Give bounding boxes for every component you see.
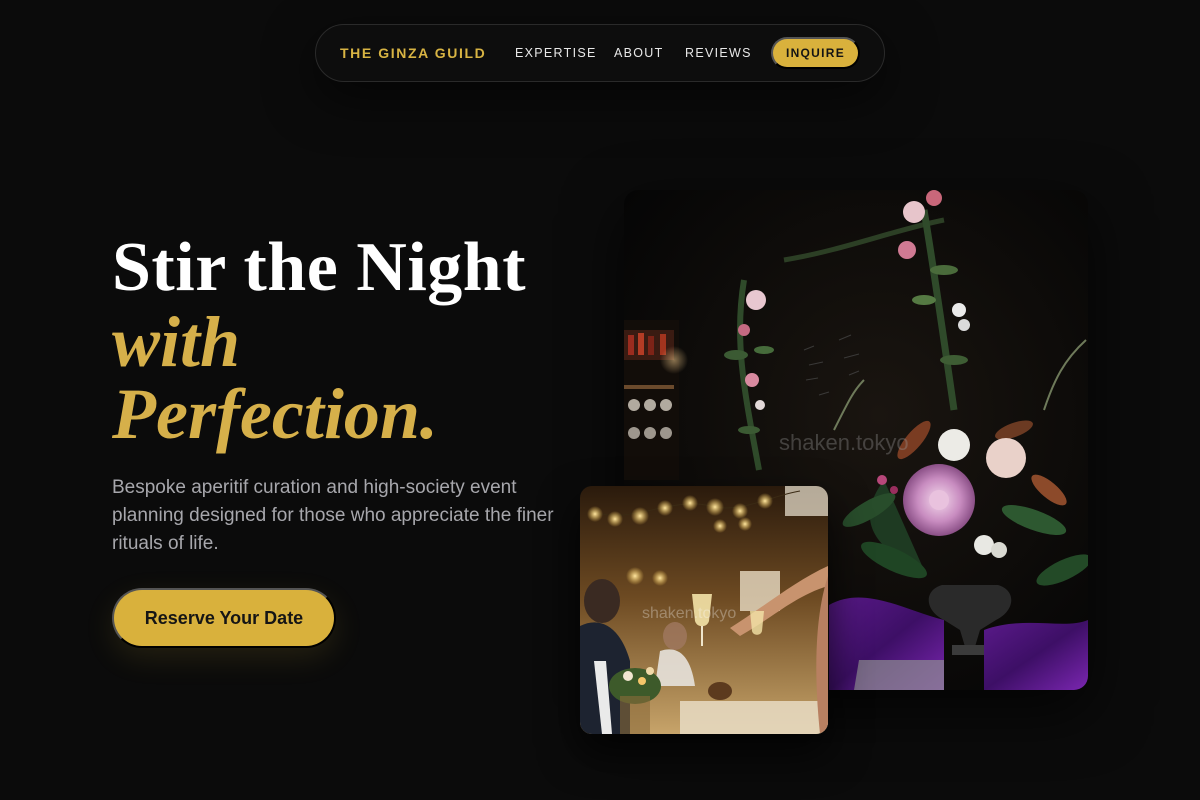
headline-line-2: with [112,302,241,382]
toast-photo-graphic: shaken.tokyo [580,486,828,734]
toast-party-photo: shaken.tokyo [580,486,828,734]
top-nav: THE GINZA GUILD EXPERTISE ABOUT REVIEWS … [315,24,885,82]
main-photo-watermark: shaken.tokyo [779,430,909,455]
nav-link-reviews[interactable]: REVIEWS [685,25,752,81]
small-photo-watermark: shaken.tokyo [642,605,736,622]
headline-line-1: Stir the Night [112,229,527,306]
hero-subtitle: Bespoke aperitif curation and high-socie… [112,477,554,554]
brand-logo[interactable]: THE GINZA GUILD [340,25,486,81]
hero-headline: Stir the Night with Perfection. [112,229,527,454]
headline-line-3: Perfection. [112,374,438,454]
nav-link-expertise[interactable]: EXPERTISE [515,25,597,81]
nav-link-about[interactable]: ABOUT [614,25,664,81]
inquire-button[interactable]: INQUIRE [771,37,860,69]
reserve-date-button[interactable]: Reserve Your Date [112,588,336,648]
